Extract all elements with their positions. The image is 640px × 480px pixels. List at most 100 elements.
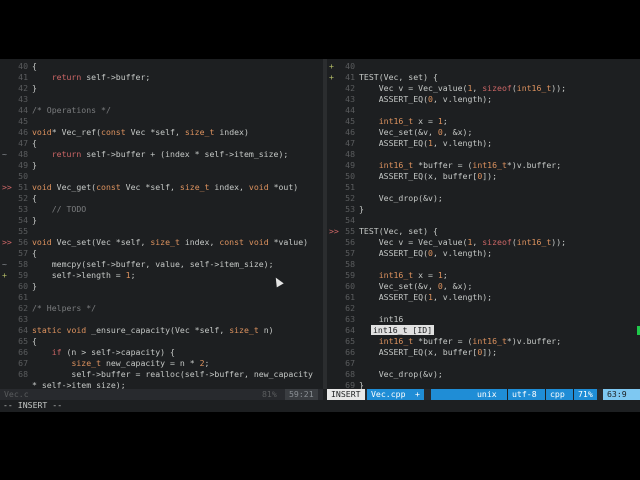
left-code-line[interactable]: 55 [0,226,323,237]
left-code-line[interactable]: 61 [0,292,323,303]
right-code-line[interactable]: 66 ASSERT_EQ(x, buffer[0]); [327,347,640,358]
code-text[interactable]: void* Vec_ref(const Vec *self, size_t in… [32,127,249,138]
left-code-line[interactable]: 52 { [0,193,323,204]
right-code-line[interactable]: 52 Vec_drop(&v); [327,193,640,204]
right-code-line[interactable]: 64 int16_t [ID] [327,325,640,336]
left-code-line[interactable]: ~58 memcpy(self->buffer, value, self->it… [0,259,323,270]
code-text[interactable]: int16_t x = 1; [359,116,448,127]
code-text[interactable]: /* Operations */ [32,105,111,116]
right-code-line[interactable]: 49 int16_t *buffer = (int16_t*)v.buffer; [327,160,640,171]
code-text[interactable]: } [32,215,37,226]
completion-popup-item[interactable]: int16_t [ID] [371,325,435,335]
code-text[interactable]: { [32,61,37,72]
code-text[interactable]: } [32,83,37,94]
code-text[interactable]: int16_t *buffer = (int16_t*)v.buffer; [359,160,561,171]
left-code-line[interactable]: 54} [0,215,323,226]
code-text[interactable]: Vec v = Vec_value(1, sizeof(int16_t)); [359,83,566,94]
code-text[interactable]: Vec_drop(&v); [359,193,443,204]
right-code-line[interactable]: 59 int16_t x = 1; [327,270,640,281]
right-code-line[interactable]: 61 ASSERT_EQ(1, v.length); [327,292,640,303]
code-text[interactable]: { [32,336,37,347]
code-text[interactable]: ASSERT_EQ(0, v.length); [359,94,492,105]
left-code-line[interactable]: 46 void* Vec_ref(const Vec *self, size_t … [0,127,323,138]
code-text[interactable]: void Vec_get(const Vec *self, size_t ind… [32,182,298,193]
code-text[interactable]: int16_t *buffer = (int16_t*)v.buffer; [359,336,561,347]
code-text[interactable]: Vec v = Vec_value(1, sizeof(int16_t)); [359,237,566,248]
right-code-line[interactable]: 54 [327,215,640,226]
right-code-line[interactable]: 67 [327,358,640,369]
right-code-line[interactable]: 44 [327,105,640,116]
code-text[interactable]: Vec_set(&v, 0, &x); [359,127,473,138]
right-code-line[interactable]: 53} [327,204,640,215]
code-text[interactable]: ASSERT_EQ(x, buffer[0]); [359,171,497,182]
code-text[interactable]: self->length = 1; [32,270,136,281]
right-code-line[interactable]: 63 int16 [327,314,640,325]
left-code-line[interactable]: 49} [0,160,323,171]
left-code-line[interactable]: 41 return self->buffer; [0,72,323,83]
right-code-line[interactable]: 58 [327,259,640,270]
code-text[interactable]: void Vec_set(Vec *self, size_t index, co… [32,237,308,248]
code-text[interactable]: memcpy(self->buffer, value, self->item_s… [32,259,274,270]
code-text[interactable]: } [359,204,364,215]
right-code-line[interactable]: 68 Vec_drop(&v); [327,369,640,380]
left-code-line[interactable]: 42} [0,83,323,94]
left-code-line[interactable]: 63 [0,314,323,325]
code-text[interactable]: return self->buffer + (index * self->ite… [32,149,289,160]
code-text[interactable]: /* Helpers */ [32,303,96,314]
left-code-line[interactable]: 50 [0,171,323,182]
right-code-line[interactable]: +40 [327,61,640,72]
left-code-line[interactable]: 45 [0,116,323,127]
left-code-line[interactable]: 62 /* Helpers */ [0,303,323,314]
code-text[interactable]: { [32,193,37,204]
code-text[interactable]: int16_t x = 1; [359,270,448,281]
code-text[interactable]: return self->buffer; [32,72,151,83]
code-text[interactable]: TEST(Vec, set) { [359,72,438,83]
right-code-line[interactable]: 47 ASSERT_EQ(1, v.length); [327,138,640,149]
code-text[interactable]: Vec_set(&v, 0, &x); [359,281,473,292]
code-text[interactable]: static void _ensure_capacity(Vec *self, … [32,325,274,336]
right-code-line[interactable]: 51 [327,182,640,193]
code-text[interactable]: TEST(Vec, set) { [359,226,438,237]
left-code-line[interactable]: 68 self->buffer = realloc(self->buffer, … [0,369,323,380]
code-text[interactable]: { [32,138,37,149]
code-text[interactable]: * self->item_size); [32,380,126,389]
right-code-line[interactable]: 45 int16_t x = 1; [327,116,640,127]
left-code-line[interactable]: 44 /* Operations */ [0,105,323,116]
left-code-line[interactable]: * self->item_size); [0,380,323,389]
code-text[interactable]: ASSERT_EQ(1, v.length); [359,138,492,149]
code-text[interactable]: } [359,380,364,389]
left-code-line[interactable]: >> 51 void Vec_get(const Vec *self, size_t… [0,182,323,193]
code-text[interactable]: if (n > self->capacity) { [32,347,175,358]
right-code-line[interactable]: 56 Vec v = Vec_value(1, sizeof(int16_t))… [327,237,640,248]
right-code-line[interactable]: 65 int16_t *buffer = (int16_t*)v.buffer; [327,336,640,347]
right-split-pane[interactable]: +40 +41 TEST(Vec, set) {42 Vec v = Vec_val… [327,59,640,389]
code-text[interactable]: { [32,248,37,259]
left-code-line[interactable]: 47 { [0,138,323,149]
code-text[interactable]: ASSERT_EQ(0, v.length); [359,248,492,259]
left-code-line[interactable]: 64 static void _ensure_capacity(Vec *self… [0,325,323,336]
right-code-line[interactable]: 69} [327,380,640,389]
right-code-line[interactable]: 62 [327,303,640,314]
code-text[interactable]: Vec_drop(&v); [359,369,443,380]
code-text[interactable]: int16 [359,314,404,325]
code-text[interactable]: ASSERT_EQ(x, buffer[0]); [359,347,497,358]
right-code-line[interactable]: >> 55 TEST(Vec, set) { [327,226,640,237]
left-code-line[interactable]: 57 { [0,248,323,259]
left-code-line[interactable]: 66 if (n > self->capacity) { [0,347,323,358]
left-code-line[interactable]: 53 // TODO [0,204,323,215]
right-code-line[interactable]: +41 TEST(Vec, set) { [327,72,640,83]
left-code-line[interactable]: 67 size_t new_capacity = n * 2; [0,358,323,369]
left-code-line[interactable]: 43 [0,94,323,105]
code-text[interactable]: ASSERT_EQ(1, v.length); [359,292,492,303]
code-text[interactable]: size_t new_capacity = n * 2; [32,358,209,369]
code-text[interactable]: // TODO [32,204,87,215]
right-code-line[interactable]: 60 Vec_set(&v, 0, &x); [327,281,640,292]
right-code-line[interactable]: 46 Vec_set(&v, 0, &x); [327,127,640,138]
left-code-line[interactable]: 65 { [0,336,323,347]
right-code-line[interactable]: 57 ASSERT_EQ(0, v.length); [327,248,640,259]
right-code-line[interactable]: 48 [327,149,640,160]
right-code-line[interactable]: 43 ASSERT_EQ(0, v.length); [327,94,640,105]
code-text[interactable]: } [32,160,37,171]
left-code-line[interactable]: >> 56 void Vec_set(Vec *self, size_t index… [0,237,323,248]
code-text[interactable]: } [32,281,37,292]
